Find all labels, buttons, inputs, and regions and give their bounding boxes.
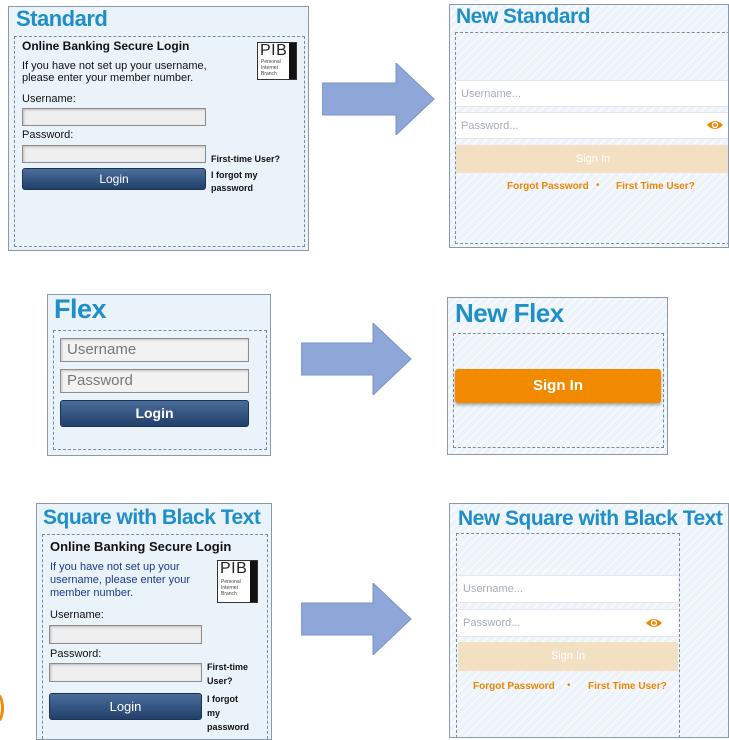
login-heading: Online Banking Secure Login <box>22 39 190 53</box>
right-arrow-icon <box>301 583 412 655</box>
forgot-password-line-3[interactable]: password <box>207 722 249 732</box>
panel-title: Flex <box>54 294 107 324</box>
panel-title: Standard <box>16 6 108 31</box>
username-input[interactable] <box>22 108 206 126</box>
intro-line-3: member number. <box>50 587 134 599</box>
first-time-user-link[interactable]: First Time User? <box>588 681 667 692</box>
forgot-password-line-1[interactable]: I forgot <box>207 694 238 704</box>
right-arrow-icon <box>322 63 435 135</box>
username-input[interactable] <box>49 625 202 644</box>
new-standard-panel: New Standard Username... Password... Sig… <box>449 4 729 248</box>
forgot-password-line-1[interactable]: I forgot my <box>211 170 258 180</box>
pib-badge-icon: PIB Personal Internet Branch <box>217 560 258 603</box>
standard-panel: Standard Online Banking Secure Login If … <box>8 6 309 251</box>
first-time-user-line-2[interactable]: User? <box>207 676 233 686</box>
intro-line-2: please enter your member number. <box>22 72 194 84</box>
first-time-user-line-1[interactable]: First-time <box>207 662 248 672</box>
sign-in-button[interactable]: Sign In <box>455 369 661 403</box>
first-time-user-link[interactable]: First Time User? <box>616 181 695 192</box>
login-heading: Online Banking Secure Login <box>50 539 232 554</box>
forgot-password-link[interactable]: Forgot Password <box>507 181 589 192</box>
password-label: Password: <box>22 129 74 141</box>
username-input[interactable]: Username... <box>458 575 678 603</box>
new-square-panel: New Square with Black Text Username... P… <box>449 503 729 738</box>
intro-line-2: username, please enter your <box>50 574 191 586</box>
intro-line-1: If you have not set up your username, <box>22 60 207 72</box>
forgot-password-line-2[interactable]: my <box>207 708 220 718</box>
username-input[interactable]: Username <box>60 338 249 362</box>
password-input[interactable] <box>22 145 206 163</box>
link-separator: • <box>596 180 600 191</box>
password-label: Password: <box>50 648 102 660</box>
square-panel: Square with Black Text Online Banking Se… <box>36 503 272 740</box>
eye-icon[interactable] <box>645 617 663 629</box>
right-arrow-icon <box>301 323 412 395</box>
panel-title: New Flex <box>455 298 564 328</box>
link-separator: • <box>567 680 571 691</box>
intro-line-1: If you have not set up your <box>50 561 180 573</box>
sign-in-button[interactable]: Sign In <box>458 642 678 671</box>
forgot-password-line-2[interactable]: password <box>211 183 253 193</box>
login-button[interactable]: Login <box>49 693 202 720</box>
flex-panel: Flex Username Password Login <box>47 294 271 456</box>
username-label: Username: <box>22 93 76 105</box>
sign-in-button[interactable]: Sign In <box>456 145 728 173</box>
password-input[interactable]: Password... <box>456 112 728 139</box>
password-input[interactable] <box>49 663 202 682</box>
eye-icon[interactable] <box>706 119 724 131</box>
login-button[interactable]: Login <box>22 168 206 190</box>
forgot-password-link[interactable]: Forgot Password <box>473 681 555 692</box>
pib-badge-icon: PIB Personal Internet Branch <box>257 42 297 80</box>
username-label: Username: <box>50 609 104 621</box>
new-flex-panel: New Flex Sign In <box>447 297 668 455</box>
username-input[interactable]: Username... <box>456 80 728 107</box>
panel-title: New Square with Black Text <box>458 507 723 530</box>
password-input[interactable]: Password <box>60 369 249 393</box>
login-button[interactable]: Login <box>60 400 249 427</box>
orange-edge-accent <box>0 693 4 723</box>
panel-title: Square with Black Text <box>43 506 261 529</box>
panel-title: New Standard <box>456 5 591 28</box>
first-time-user-link[interactable]: First-time User? <box>211 154 280 164</box>
